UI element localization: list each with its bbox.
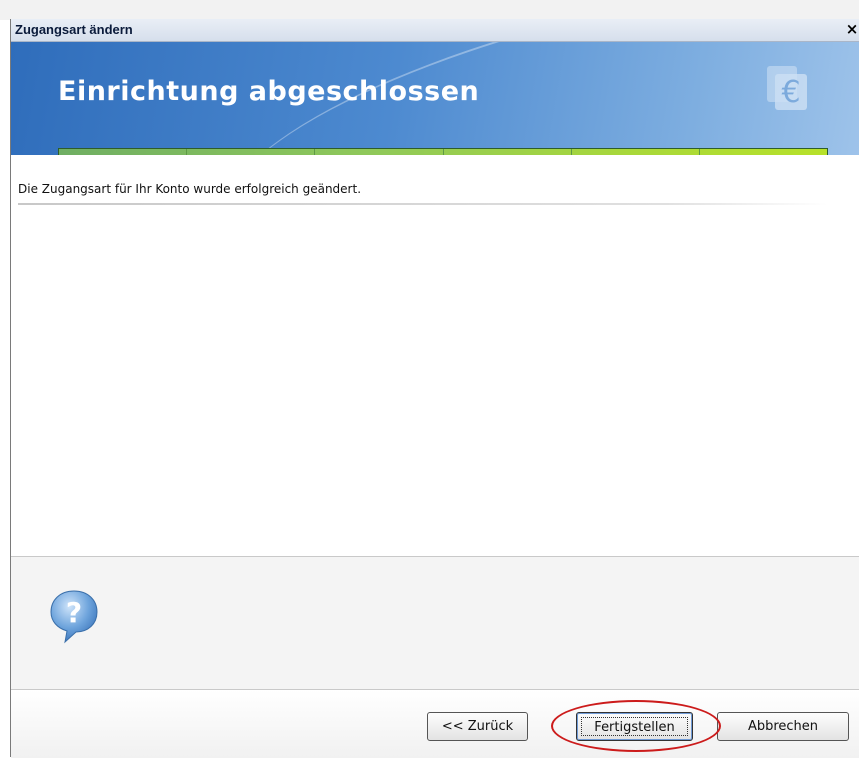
background-strip [0,0,859,20]
progress-segment [700,149,827,155]
svg-text:?: ? [66,596,82,629]
back-button[interactable]: << Zurück [427,712,528,741]
progress-fill [59,149,827,155]
title-bar[interactable]: Zugangsart ändern × [11,19,859,42]
progress-segment [187,149,316,155]
finish-button-label: Fertigstellen [581,717,688,736]
progress-segment [572,149,700,155]
progress-segment [444,149,572,155]
progress-segment [315,149,444,155]
status-message: Die Zugangsart für Ihr Konto wurde erfol… [18,182,362,196]
close-icon[interactable]: × [844,21,859,38]
page-title: Einrichtung abgeschlossen [58,76,480,107]
euro-icon: € [767,66,807,110]
button-bar: << Zurück Fertigstellen Abbrechen [11,689,859,758]
progress-bar [58,148,828,155]
cancel-button[interactable]: Abbrechen [717,712,849,741]
window-title: Zugangsart ändern [15,22,133,37]
progress-segment [59,149,188,155]
wizard-dialog: Zugangsart ändern × Einrichtung abgeschl… [10,19,859,758]
finish-button[interactable]: Fertigstellen [576,712,693,741]
help-panel: ? [11,556,859,690]
svg-text:€: € [781,75,800,110]
divider [18,203,828,205]
question-bubble-icon[interactable]: ? [49,589,99,644]
wizard-header: Einrichtung abgeschlossen € [11,42,859,155]
